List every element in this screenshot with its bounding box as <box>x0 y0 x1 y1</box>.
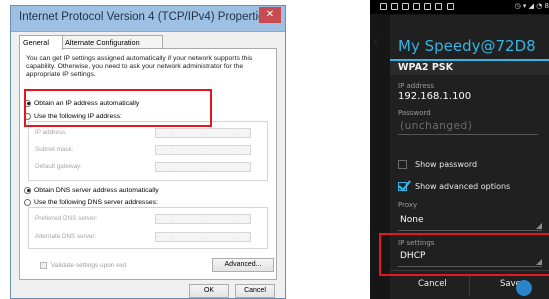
checkbox-unchecked-icon <box>398 159 407 169</box>
close-icon: ✕ <box>265 9 275 20</box>
field-label: Alternate DNS server: <box>35 233 97 240</box>
signal-icon: ◢ <box>528 2 534 10</box>
dot: . <box>170 129 173 137</box>
dot: . <box>202 163 204 171</box>
tab-general[interactable]: General <box>19 35 63 50</box>
show-password-label: Show password <box>415 159 478 169</box>
dropdown-triangle-icon <box>536 223 542 229</box>
windows-ipv4-properties-dialog: Internet Protocol Version 4 (TCP/IPv4) P… <box>10 5 286 299</box>
field-label: Default gateway: <box>35 163 82 170</box>
ip-address-label: IP address <box>398 82 435 90</box>
dot: . <box>170 215 173 223</box>
password-input[interactable]: (unchanged) <box>398 120 538 135</box>
notification-icon <box>447 3 454 10</box>
wifi-icon: ▾ <box>522 2 527 10</box>
preferred-dns-input[interactable]: ... <box>155 214 251 224</box>
subnet-mask-input[interactable]: ... <box>155 145 251 155</box>
default-gateway-row: Default gateway: ... <box>35 162 261 173</box>
dot: . <box>170 163 173 171</box>
dot: . <box>170 233 173 241</box>
proxy-value: None <box>400 215 424 225</box>
dot: . <box>233 146 236 154</box>
checkbox-checked-icon <box>398 179 411 192</box>
checkbox-icon <box>40 261 47 269</box>
show-password-checkbox[interactable]: Show password <box>398 158 477 170</box>
button-divider <box>469 275 470 296</box>
status-time: 8 <box>544 2 549 10</box>
cancel-button[interactable]: Cancel <box>235 284 275 298</box>
dot: . <box>202 129 204 137</box>
dot: . <box>233 129 236 137</box>
security-value: WPA2 PSK <box>398 62 454 73</box>
dot: . <box>233 233 236 241</box>
advanced-button[interactable]: Advanced... <box>212 258 274 272</box>
notification-icon <box>435 3 442 10</box>
notification-icon <box>413 3 420 10</box>
dot: . <box>233 163 236 171</box>
notification-icon <box>380 3 387 10</box>
ok-button[interactable]: OK <box>189 284 229 298</box>
alternate-dns-row: Alternate DNS server: ... <box>35 232 261 243</box>
radio-unchecked-icon <box>24 198 31 206</box>
proxy-label: Proxy <box>398 201 418 209</box>
radio-label: Obtain DNS server address automatically <box>34 186 159 194</box>
preferred-dns-row: Preferred DNS server: ... <box>35 214 261 225</box>
notification-icon <box>391 3 398 10</box>
cancel-button[interactable]: Cancel <box>418 279 447 289</box>
ip-address-group: IP address: ... Subnet mask: ... Default… <box>28 121 268 181</box>
show-advanced-checkbox[interactable]: Show advanced options <box>398 179 511 192</box>
show-advanced-label: Show advanced options <box>415 181 511 191</box>
notification-icon <box>402 3 409 10</box>
radio-checked-icon <box>24 186 31 194</box>
dot: . <box>202 146 204 154</box>
tab-alternate-configuration[interactable]: Alternate Configuration <box>61 35 163 49</box>
field-label: IP address: <box>35 129 67 136</box>
status-bar: ◷ ▾ ◢ ◔ 8 <box>370 0 549 14</box>
floating-action-button[interactable] <box>516 280 532 296</box>
field-label: Preferred DNS server: <box>35 215 98 222</box>
highlight-ip-options-box <box>24 89 212 127</box>
field-label: Subnet mask: <box>35 146 74 153</box>
ip-address-row: IP address: ... <box>35 128 261 139</box>
ip-address-value: 192.168.1.100 <box>398 91 472 102</box>
highlight-ip-settings-box <box>379 233 549 276</box>
obtain-dns-auto-radio[interactable]: Obtain DNS server address automatically <box>24 185 159 195</box>
close-button[interactable]: ✕ <box>259 7 281 23</box>
security-header: WPA2 PSK <box>390 61 549 75</box>
password-placeholder: (unchanged) <box>400 120 473 132</box>
dot: . <box>202 233 204 241</box>
notification-icon <box>424 3 431 10</box>
title-bar: Internet Protocol Version 4 (TCP/IPv4) P… <box>11 6 285 32</box>
default-gateway-input[interactable]: ... <box>155 162 251 172</box>
dialog-title: Internet Protocol Version 4 (TCP/IPv4) P… <box>19 11 271 23</box>
back-chevron-icon: ‹ <box>373 34 379 50</box>
status-right: ◷ ▾ ◢ ◔ 8 <box>514 2 549 10</box>
subnet-mask-row: Subnet mask: ... <box>35 145 261 156</box>
dot: . <box>233 215 236 223</box>
dialog-title: My Speedy@72D8 <box>398 37 536 55</box>
validate-settings-checkbox[interactable]: Validate settings upon exit <box>40 260 126 270</box>
dns-server-group: Preferred DNS server: ... Alternate DNS … <box>28 207 268 249</box>
use-following-dns-radio[interactable]: Use the following DNS server addresses: <box>24 197 158 207</box>
alarm-icon: ◔ <box>536 2 543 10</box>
ip-address-input[interactable]: ... <box>155 128 251 138</box>
checkbox-label: Validate settings upon exit <box>51 261 127 269</box>
general-tab-panel: You can get IP settings assigned automat… <box>19 48 277 280</box>
description-text: You can get IP settings assigned automat… <box>26 55 253 78</box>
proxy-spinner[interactable]: None <box>398 212 542 231</box>
dot: . <box>202 215 204 223</box>
dot: . <box>170 146 173 154</box>
alternate-dns-input[interactable]: ... <box>155 232 251 242</box>
clock-icon: ◷ <box>514 2 521 10</box>
radio-label: Use the following DNS server addresses: <box>34 198 158 206</box>
password-label: Password <box>398 109 431 117</box>
